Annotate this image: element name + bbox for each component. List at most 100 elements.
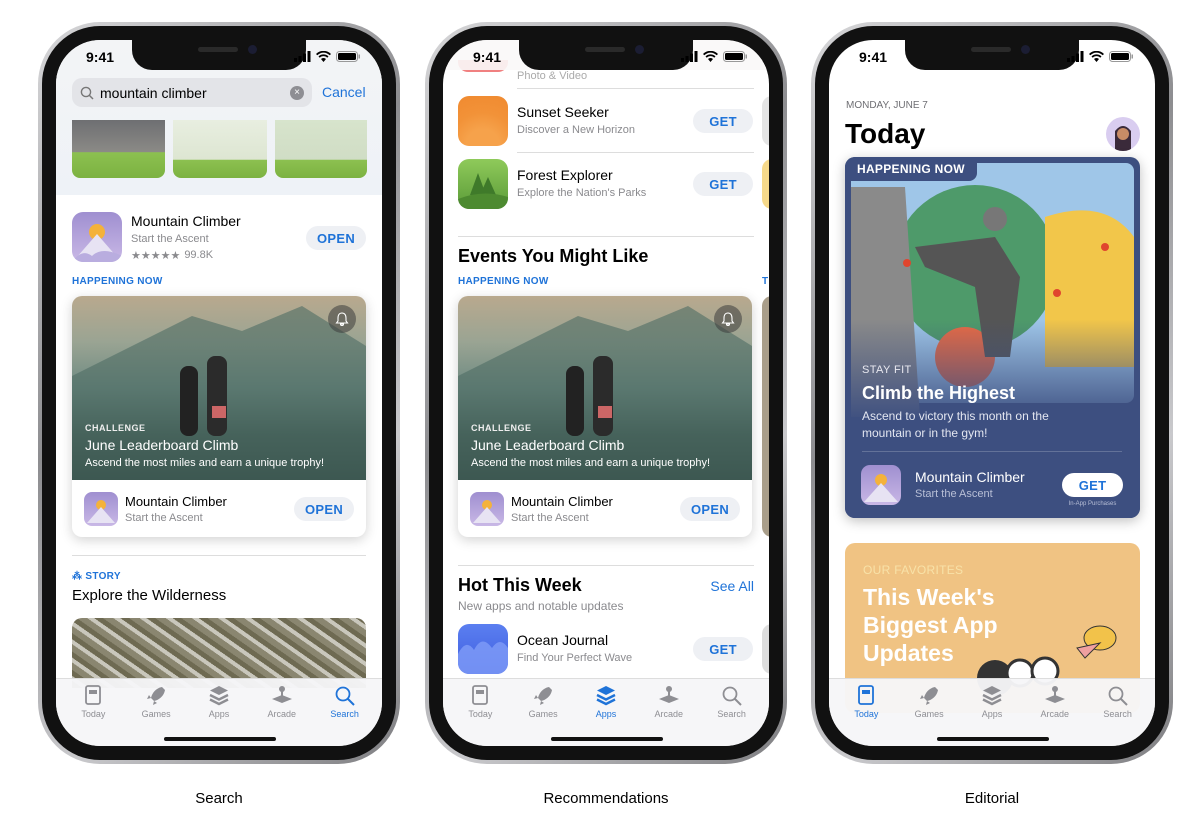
status-time: 9:41 — [86, 49, 115, 65]
open-button[interactable]: OPEN — [306, 226, 366, 250]
wifi-icon — [703, 51, 718, 62]
app-subtitle: Start the Ascent — [511, 512, 589, 524]
tab-apps[interactable]: Apps — [962, 679, 1022, 746]
wifi-icon — [316, 51, 331, 62]
section-heading: Hot This Week — [458, 575, 582, 595]
rocket-icon — [534, 687, 553, 705]
app-title: Forest Explorer — [517, 167, 613, 183]
get-button[interactable]: GET — [693, 109, 753, 133]
layers-icon — [596, 686, 616, 706]
card-kicker: STAY FIT — [862, 364, 912, 376]
joystick-icon — [1044, 686, 1065, 703]
event-kicker: CHALLENGE — [85, 423, 146, 433]
status-icons — [681, 51, 747, 62]
app-title: Mountain Climber — [125, 494, 227, 509]
today-screen: 9:41 MONDAY, JUNE 7 Today HAPPENING NOW … — [829, 40, 1155, 746]
tab-search[interactable]: Search — [315, 679, 375, 746]
today-icon — [858, 685, 875, 705]
rating: ★★★★★ 99.8K — [131, 249, 213, 262]
date-label: MONDAY, JUNE 7 — [846, 100, 928, 111]
tab-arcade[interactable]: Arcade — [639, 679, 699, 746]
happening-now-label: HAPPENING NOW — [72, 276, 163, 287]
ocean-journal-app-icon[interactable] — [458, 624, 508, 674]
editorial-card[interactable]: HAPPENING NOW STAY FIT Climb the Highest… — [845, 157, 1140, 518]
tab-search[interactable]: Search — [1088, 679, 1148, 746]
wifi-icon — [1089, 51, 1104, 62]
story-title[interactable]: Explore the Wilderness — [72, 587, 226, 604]
open-button[interactable]: OPEN — [680, 497, 740, 521]
signal-icon — [1067, 51, 1084, 62]
tab-label: Apps — [595, 709, 617, 719]
phone-search: 9:41 mountain climber × Cancel Mountain … — [38, 22, 400, 764]
tab-games[interactable]: Games — [513, 679, 573, 746]
divider — [458, 565, 754, 566]
ratings-count: 99.8K — [184, 249, 214, 261]
app-title: Mountain Climber — [511, 494, 613, 509]
screenshot-thumbnail[interactable] — [173, 120, 267, 178]
today-icon — [85, 685, 102, 705]
notify-bell-button[interactable] — [328, 305, 356, 333]
card-title: Climb the Highest — [862, 383, 1016, 403]
rocket-icon — [920, 687, 939, 705]
sunset-seeker-app-icon[interactable] — [458, 96, 508, 146]
phone-recommendations: 9:41 Photo & Video Sunset Seeker Discove… — [425, 22, 787, 764]
notify-bell-button[interactable] — [714, 305, 742, 333]
search-input[interactable]: mountain climber × — [72, 78, 312, 107]
open-button[interactable]: OPEN — [294, 497, 354, 521]
see-all-link[interactable]: See All — [710, 578, 754, 594]
search-icon — [722, 686, 742, 706]
tab-label: Search — [330, 709, 359, 719]
forest-explorer-app-icon[interactable] — [458, 159, 508, 209]
search-icon — [335, 686, 355, 706]
search-icon — [80, 86, 94, 100]
next-column-peek — [762, 159, 769, 209]
app-subtitle: Find Your Perfect Wave — [517, 652, 633, 664]
tab-arcade[interactable]: Arcade — [1025, 679, 1085, 746]
tab-today[interactable]: Today — [450, 679, 510, 746]
event-desc: Ascend the most miles and earn a unique … — [85, 457, 325, 469]
event-card[interactable]: CHALLENGE June Leaderboard Climb Ascend … — [458, 296, 752, 537]
search-icon — [1108, 686, 1128, 706]
mountain-climber-app-icon[interactable] — [72, 212, 122, 262]
in-app-purchases-note: In-App Purchases — [1068, 501, 1117, 507]
clear-icon[interactable]: × — [290, 85, 304, 100]
caption-recommendations: Recommendations — [543, 790, 669, 807]
get-button[interactable]: GET — [1062, 473, 1123, 497]
divider — [517, 88, 754, 89]
divider — [517, 152, 754, 153]
screenshot-thumbnail[interactable] — [72, 120, 165, 178]
tab-games[interactable]: Games — [899, 679, 959, 746]
cancel-button[interactable]: Cancel — [322, 84, 366, 100]
section-heading: Events You Might Like — [458, 246, 649, 266]
caption-search: Search — [195, 790, 243, 807]
tab-label: Arcade — [1040, 709, 1070, 719]
event-card[interactable]: CHALLENGE June Leaderboard Climb Ascend … — [72, 296, 366, 537]
get-button[interactable]: GET — [693, 172, 753, 196]
tab-bar: Today Games Apps Arcade Search — [443, 678, 769, 746]
page-title: Today — [845, 118, 926, 149]
get-button[interactable]: GET — [693, 637, 753, 661]
battery-icon — [1109, 51, 1133, 62]
tab-games[interactable]: Games — [126, 679, 186, 746]
tab-label: Games — [914, 709, 944, 719]
tab-apps[interactable]: Apps — [189, 679, 249, 746]
tab-label: Games — [528, 709, 558, 719]
tab-apps[interactable]: Apps — [576, 679, 636, 746]
screenshot-thumbnail[interactable] — [275, 120, 367, 178]
divider — [458, 236, 754, 237]
partial-row-subtitle: Photo & Video — [517, 70, 588, 82]
tab-today[interactable]: Today — [63, 679, 123, 746]
app-title: Ocean Journal — [517, 632, 609, 648]
tab-today[interactable]: Today — [836, 679, 896, 746]
app-title: Sunset Seeker — [517, 104, 609, 120]
battery-icon — [336, 51, 360, 62]
layers-icon — [209, 686, 229, 706]
tab-search[interactable]: Search — [702, 679, 762, 746]
home-indicator — [937, 737, 1049, 741]
avatar[interactable] — [1106, 117, 1140, 151]
signal-icon — [681, 51, 698, 62]
tab-arcade[interactable]: Arcade — [252, 679, 312, 746]
app-title: Mountain Climber — [915, 469, 1025, 485]
app-subtitle: Start the Ascent — [125, 512, 203, 524]
tab-label: Games — [141, 709, 171, 719]
